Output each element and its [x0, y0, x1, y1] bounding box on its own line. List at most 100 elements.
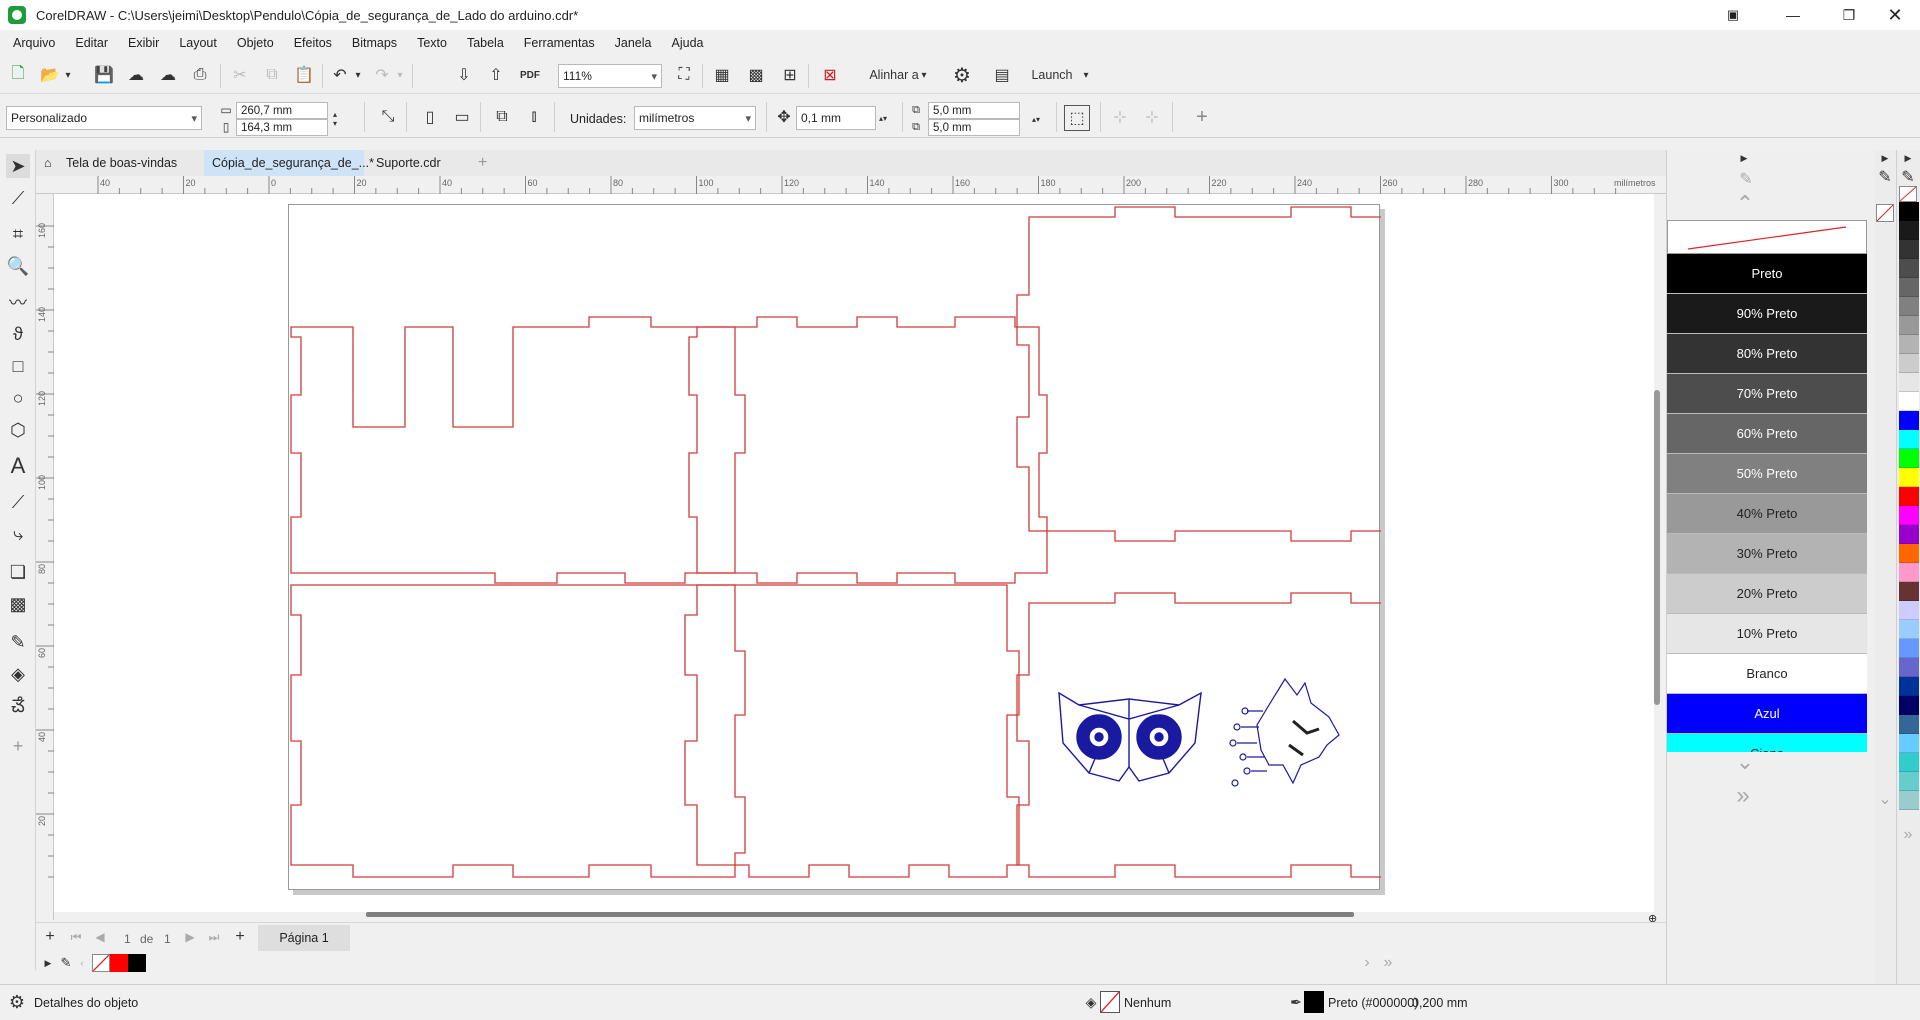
last-page-icon[interactable]: ⏭	[204, 927, 224, 947]
palette-color-cell[interactable]	[1899, 430, 1919, 449]
dock-swatch[interactable]: 70% Preto	[1667, 374, 1867, 414]
launch-icon[interactable]: ▤	[990, 63, 1014, 87]
palette-end-icon[interactable]: »	[1380, 954, 1396, 972]
zoom-to-page-icon[interactable]: ⛶	[672, 63, 696, 87]
menu-arquivo[interactable]: Arquivo	[13, 36, 55, 50]
dock-collapse-icon[interactable]: ▶	[1737, 150, 1751, 166]
palette-color-cell[interactable]	[1899, 639, 1919, 658]
menu-texto[interactable]: Texto	[417, 36, 447, 50]
show-guidelines-icon[interactable]: ⊞	[778, 63, 802, 87]
palette-color-cell[interactable]	[1899, 373, 1919, 392]
vertical-ruler[interactable]: 160 140 120 100 80 60 40 20	[36, 194, 54, 920]
publish-pdf-icon[interactable]: PDF	[516, 63, 544, 87]
palette-color-cell[interactable]	[1899, 354, 1919, 373]
palette-color-cell[interactable]	[1899, 335, 1919, 354]
zoom-tool-icon[interactable]: 🔍	[6, 254, 30, 278]
palette-expand-icon[interactable]: ▶	[40, 954, 56, 972]
settings-gear-icon[interactable]: ⚙	[950, 63, 974, 87]
maximize-button[interactable]: ❐	[1826, 0, 1872, 30]
dock-swatch[interactable]: Ciano	[1667, 734, 1867, 752]
copy-icon[interactable]: ⧉	[260, 63, 284, 87]
ellipse-tool-icon[interactable]: ○	[6, 386, 30, 410]
new-document-icon[interactable]: 🗋	[6, 63, 30, 87]
next-page-icon[interactable]: ▶	[180, 927, 200, 947]
parallel-dimension-icon[interactable]: ⟋	[6, 490, 30, 514]
palette-color-cell[interactable]	[1899, 582, 1919, 601]
shape-tool-icon[interactable]: ⟋	[6, 186, 30, 210]
show-rulers-icon[interactable]: ▦	[710, 63, 734, 87]
cloud-upload-icon[interactable]: ☁	[124, 63, 148, 87]
horizontal-ruler[interactable]: 40 20 0 20 40 60 80 100 120 140 160 180 200 220 240 260…	[36, 176, 1666, 194]
undo-dropdown-icon[interactable]: ▾	[352, 63, 364, 87]
menu-bitmaps[interactable]: Bitmaps	[352, 36, 397, 50]
menu-ferramentas[interactable]: Ferramentas	[524, 36, 595, 50]
text-tool-icon[interactable]: A	[6, 453, 30, 478]
palette-pick-icon[interactable]: ✎	[1899, 168, 1917, 186]
polygon-tool-icon[interactable]: ⬡	[6, 418, 30, 442]
menu-exibir[interactable]: Exibir	[128, 36, 159, 50]
palette-color-cell[interactable]	[1899, 772, 1919, 791]
palette-color-cell[interactable]	[1899, 544, 1919, 563]
palette-color-cell[interactable]	[1899, 734, 1919, 753]
palette2-no-color[interactable]	[1876, 204, 1894, 222]
palette-color-cell[interactable]	[1899, 715, 1919, 734]
palette-scroll-right-icon[interactable]: ›	[1360, 954, 1374, 972]
dock-scroll-up-icon[interactable]: ⌃	[1733, 191, 1757, 216]
palette-color-cell[interactable]	[1899, 696, 1919, 715]
palette-color-cell[interactable]	[1899, 487, 1919, 506]
palette-color-cell[interactable]	[1899, 677, 1919, 696]
crop-tool-icon[interactable]: ⌗	[6, 222, 30, 246]
menu-objeto[interactable]: Objeto	[237, 36, 274, 50]
palette-color-cell[interactable]	[1899, 278, 1919, 297]
dynamic-guides-icon[interactable]: ⊹	[1140, 105, 1164, 129]
palette-color-cell[interactable]	[1899, 202, 1919, 221]
connector-tool-icon[interactable]: ⤷	[6, 522, 30, 546]
palette-color-cell[interactable]	[1899, 506, 1919, 525]
portrait-icon[interactable]: ▯	[418, 105, 442, 129]
palette-color-cell[interactable]	[1899, 753, 1919, 772]
cloud-sync-icon[interactable]: ☁	[156, 63, 180, 87]
nudge-spinner-icon[interactable]: ▴▾	[878, 106, 888, 130]
palette-color-cell[interactable]	[1899, 563, 1919, 582]
current-page-icon[interactable]: ⫾	[522, 105, 546, 129]
palette-color-cell[interactable]	[1899, 601, 1919, 620]
dock-swatch[interactable]: 50% Preto	[1667, 454, 1867, 494]
dock-swatch[interactable]: 60% Preto	[1667, 414, 1867, 454]
export-icon[interactable]: ⇧	[484, 63, 508, 87]
rectangle-tool-icon[interactable]: □	[6, 354, 30, 378]
page-width-input[interactable]: 260,7 mm	[236, 102, 328, 119]
paste-icon[interactable]: 📋	[292, 63, 316, 87]
object-details-gear-icon[interactable]: ⚙	[6, 991, 28, 1013]
dock-eyedropper-icon[interactable]: ✎	[1737, 170, 1755, 188]
palette-color-cell[interactable]	[1899, 525, 1919, 544]
palette-eyedropper-icon[interactable]: ✎	[56, 954, 76, 972]
dock-swatch[interactable]: Azul	[1667, 694, 1867, 734]
transparency-icon[interactable]: ▩	[6, 592, 30, 616]
palette-color-cell[interactable]	[1899, 240, 1919, 259]
horizontal-scrollbar[interactable]	[366, 912, 1354, 917]
palette-end-icon-2[interactable]: »	[1899, 826, 1917, 844]
account-icon[interactable]: ▣	[1710, 0, 1756, 30]
vertical-scrollbar[interactable]	[1654, 390, 1660, 705]
menu-layout[interactable]: Layout	[179, 36, 217, 50]
dock-swatch[interactable]: 40% Preto	[1667, 494, 1867, 534]
duplicate-spinner-icon[interactable]: ▴▾	[1024, 102, 1048, 136]
dock-swatch[interactable]: Preto	[1667, 254, 1867, 294]
snap-objects-icon[interactable]: ⊹	[1108, 105, 1132, 129]
redo-dropdown-icon[interactable]: ▾	[394, 63, 406, 87]
treat-as-filled-icon[interactable]: ⬚	[1064, 105, 1090, 131]
palette2-scroll-down-icon[interactable]: ⌄	[1876, 790, 1894, 808]
units-select[interactable]: milímetros	[634, 106, 756, 130]
drop-shadow-icon[interactable]: ❏	[6, 560, 30, 584]
black-swatch[interactable]	[128, 954, 146, 972]
palette-color-cell[interactable]	[1899, 297, 1919, 316]
minimize-button[interactable]: —	[1770, 0, 1816, 30]
palette-scroll-left-icon[interactable]: ‹	[76, 954, 88, 972]
launch-dropdown-icon[interactable]: ▾	[1080, 63, 1092, 87]
palette-color-cell[interactable]	[1899, 221, 1919, 240]
open-icon[interactable]: 📂	[38, 63, 62, 87]
new-tab-button[interactable]: +	[470, 150, 495, 176]
show-grid-icon[interactable]: ▩	[744, 63, 768, 87]
red-swatch[interactable]	[110, 954, 128, 972]
align-dropdown-icon[interactable]: ▾	[918, 63, 930, 87]
